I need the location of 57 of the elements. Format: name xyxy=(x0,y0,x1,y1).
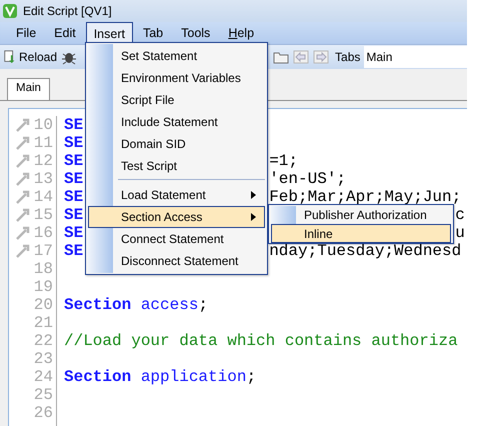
line-number: 11 xyxy=(34,134,53,152)
menu-item[interactable]: Domain SID xyxy=(88,133,265,155)
line-number: 24 xyxy=(34,368,53,386)
menu-item[interactable]: Inline xyxy=(271,224,451,243)
line-number: 14 xyxy=(34,188,53,206)
menu-item[interactable]: Insert xyxy=(86,22,133,44)
code-text: SE xyxy=(64,152,84,170)
menu-item[interactable]: Load Statement xyxy=(88,184,265,206)
code-text: nday;Tuesday;Wednesd xyxy=(269,246,462,256)
menu-item[interactable]: Tools xyxy=(173,22,218,44)
line-number: 19 xyxy=(34,278,53,296)
menu-item[interactable]: Test Script xyxy=(88,155,265,177)
code-text: Feb;Mar;Apr;May;Jun; xyxy=(269,192,462,202)
menu-item[interactable]: Connect Statement xyxy=(88,228,265,250)
menu-item[interactable]: Set Statement xyxy=(88,45,265,67)
window-title: Edit Script [QV1] xyxy=(23,4,112,18)
code-text: 'en-US'; xyxy=(269,174,346,184)
code-text: //Load your data which contains authoriza xyxy=(64,332,458,350)
code-text: SE xyxy=(64,134,84,152)
menu-item[interactable]: Environment Variables xyxy=(88,67,265,89)
menu-item[interactable]: Include Statement xyxy=(88,111,265,133)
line-number: 23 xyxy=(34,350,53,368)
code-text: =1; xyxy=(269,156,298,166)
line-number: 21 xyxy=(34,314,53,332)
code-text: SE xyxy=(64,170,84,188)
tab[interactable]: Main xyxy=(7,78,50,100)
line-number: 26 xyxy=(34,404,53,422)
line-number: 20 xyxy=(34,296,53,314)
line-number: 25 xyxy=(34,386,53,404)
menu-item[interactable]: Tab xyxy=(134,22,172,44)
menu-item[interactable]: Help xyxy=(220,22,262,44)
code-text: SE xyxy=(64,224,84,242)
code-text: SE xyxy=(64,116,84,134)
line-number: 17 xyxy=(34,242,53,260)
menu-item[interactable]: File xyxy=(8,22,44,44)
line-number: 16 xyxy=(34,224,53,242)
line-number: 22 xyxy=(34,332,53,350)
tabs-field[interactable]: Main xyxy=(364,46,467,68)
code-text: SE xyxy=(64,206,84,224)
code-text: u xyxy=(455,228,465,238)
menu-item[interactable]: Publisher Authorization xyxy=(271,205,451,224)
menu-item[interactable]: Disconnect Statement xyxy=(88,250,265,272)
code-text: SE xyxy=(64,188,84,206)
code-text: c xyxy=(455,210,465,220)
reload-button[interactable]: Reload xyxy=(3,49,58,65)
line-number: 10 xyxy=(34,116,53,134)
code-text: SE xyxy=(64,242,84,260)
line-number: 15 xyxy=(34,206,53,224)
code-text: Section access; xyxy=(64,296,208,314)
menu-item[interactable]: Edit xyxy=(46,22,84,44)
line-number: 13 xyxy=(34,170,53,188)
menu-item[interactable]: Section Access xyxy=(88,206,265,228)
code-text: Section application; xyxy=(64,368,256,386)
line-number: 12 xyxy=(34,152,53,170)
line-number: 18 xyxy=(34,260,53,278)
menu-item[interactable]: Script File xyxy=(88,89,265,111)
tabs-label: Tabs xyxy=(335,50,360,64)
